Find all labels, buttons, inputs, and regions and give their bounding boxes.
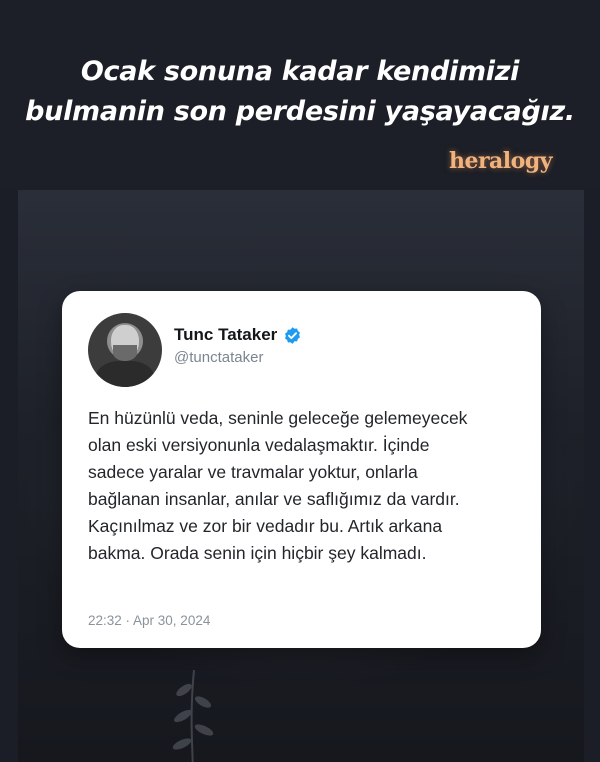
tweet-card[interactable]: Tunc Tataker @tunctataker En hüzünlü ved… [62, 291, 541, 648]
plant-silhouette [172, 669, 214, 762]
tweet-line: olan eski versiyonunla vedalaşmaktır. İç… [88, 435, 430, 455]
avatar-beard [113, 345, 137, 361]
tweet-line: Kaçınılmaz ve zor bir vedadır bu. Artık … [88, 516, 443, 536]
tweet-line: bakma. Orada senin için hiçbir şey kalma… [88, 543, 427, 563]
brand-logo: heralogy [448, 148, 553, 174]
tweet-line: bağlanan insanlar, anılar ve saflığımız … [88, 489, 460, 509]
author-handle[interactable]: @tunctataker [174, 349, 263, 366]
headline-line-2: bulmanin son perdesini yaşayacağız. [25, 96, 575, 127]
verified-badge-icon [285, 326, 301, 344]
headline: Ocak sonuna kadar kendimizi bulmanin son… [0, 52, 600, 132]
avatar-body [96, 361, 154, 387]
tweet-line: En hüzünlü veda, seninle geleceğe geleme… [88, 408, 468, 428]
tweet-line: sadece yaralar ve travmalar yoktur, onla… [88, 462, 418, 482]
author-avatar[interactable] [88, 313, 162, 387]
author-name-row[interactable]: Tunc Tataker [174, 325, 302, 345]
header: Ocak sonuna kadar kendimizi bulmanin son… [0, 0, 600, 190]
tweet-timestamp[interactable]: 22:32 · Apr 30, 2024 [88, 613, 210, 628]
author-name[interactable]: Tunc Tataker [174, 325, 277, 345]
headline-line-1: Ocak sonuna kadar kendimizi [80, 56, 520, 87]
tweet-text: En hüzünlü veda, seninle geleceğe geleme… [88, 405, 528, 567]
